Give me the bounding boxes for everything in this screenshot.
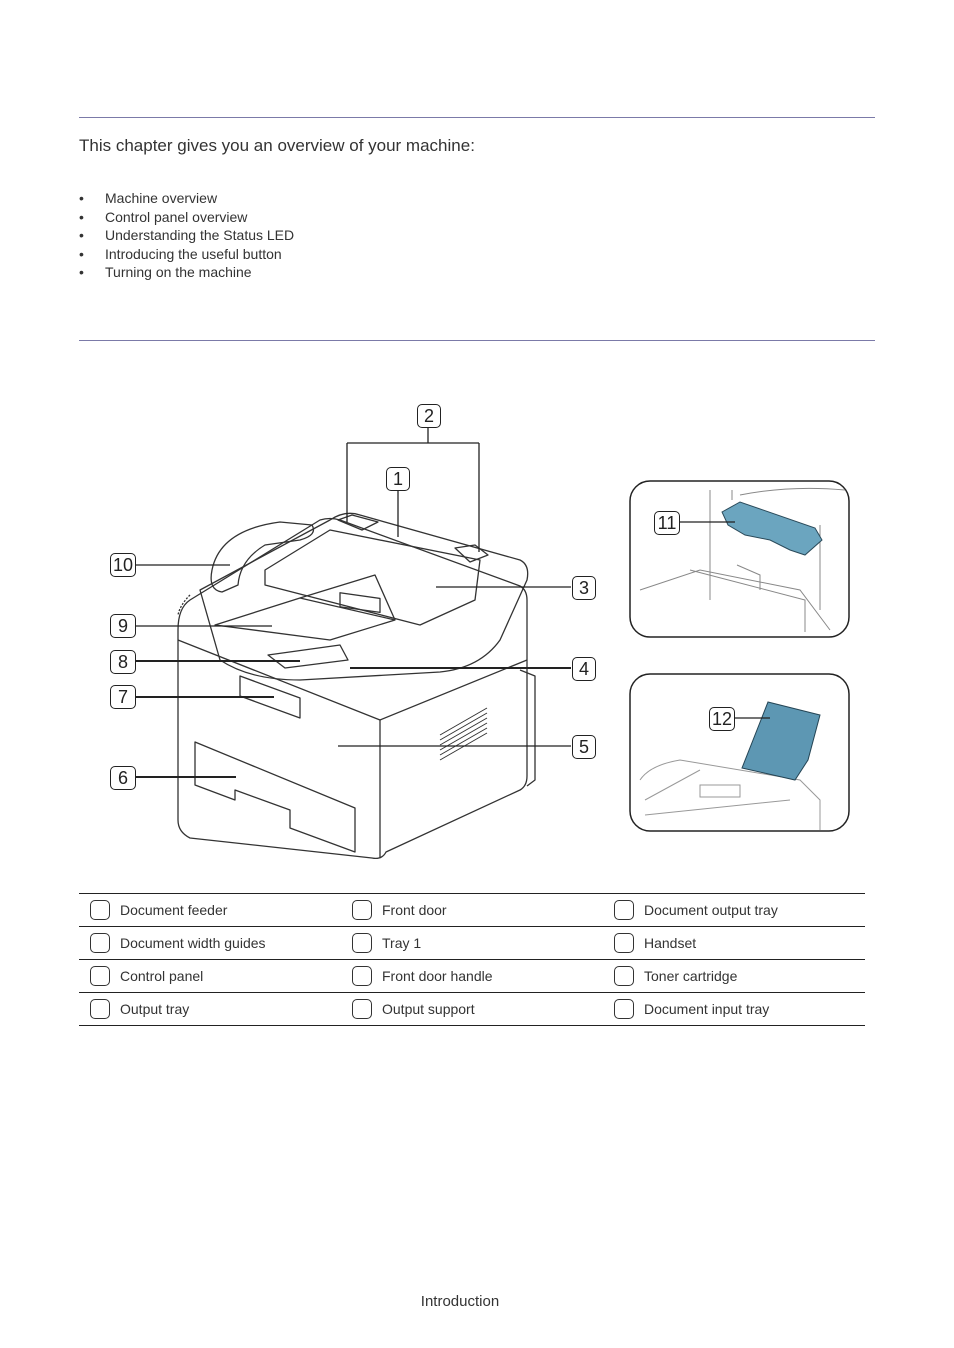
topic-item[interactable]: • Introducing the useful button	[79, 245, 294, 264]
machine-diagram: 2 1 10 3 9 8 4 7 5 6 11 12	[0, 380, 954, 880]
topic-item[interactable]: • Turning on the machine	[79, 263, 294, 282]
callout-number-box	[90, 933, 110, 953]
table-row: Document width guides Tray 1 Handset	[79, 926, 865, 960]
topic-item[interactable]: • Understanding the Status LED	[79, 226, 294, 245]
machine-illustration	[136, 428, 850, 860]
toner-inset	[629, 480, 850, 638]
callout-number-box	[352, 900, 372, 920]
callout-9: 9	[110, 614, 136, 638]
section-divider	[79, 340, 875, 341]
part-label: Document width guides	[120, 935, 266, 951]
callout-number-box	[614, 933, 634, 953]
callout-number-box	[352, 999, 372, 1019]
callout-5: 5	[572, 735, 596, 759]
part-label: Output support	[382, 1001, 475, 1017]
callout-6: 6	[110, 766, 136, 790]
part-label: Control panel	[120, 968, 204, 984]
part-label: Document feeder	[120, 902, 228, 918]
callout-number-box	[90, 966, 110, 986]
callout-number-box	[352, 966, 372, 986]
topic-item[interactable]: • Control panel overview	[79, 208, 294, 227]
table-row: Control panel Front door handle Toner ca…	[79, 959, 865, 993]
part-label: Handset	[644, 935, 697, 951]
bullet-icon: •	[79, 227, 84, 244]
part-label: Front door	[382, 902, 447, 918]
callout-number-box	[614, 900, 634, 920]
table-row: Document feeder Front door Document outp…	[79, 893, 865, 927]
part-label: Tray 1	[382, 935, 422, 951]
bullet-icon: •	[79, 245, 84, 262]
callout-11: 11	[654, 511, 680, 535]
bullet-icon: •	[79, 190, 84, 206]
top-divider	[79, 117, 875, 118]
callout-number-box	[614, 999, 634, 1019]
callout-12: 12	[709, 707, 735, 731]
callout-8: 8	[110, 650, 136, 674]
bullet-icon: •	[79, 208, 84, 225]
topic-item[interactable]: • Machine overview	[79, 189, 294, 208]
document-input-tray-inset	[629, 673, 850, 832]
callout-3: 3	[572, 576, 596, 600]
callout-number-box	[352, 933, 372, 953]
part-label: Document output tray	[644, 902, 778, 918]
callout-10: 10	[110, 553, 136, 577]
callout-2: 2	[417, 404, 441, 428]
part-label: Toner cartridge	[644, 968, 738, 984]
callout-number-box	[614, 966, 634, 986]
bullet-icon: •	[79, 264, 84, 281]
chapter-topic-list: • Machine overview • Control panel overvie…	[79, 189, 294, 282]
page-footer: Introduction	[420, 1293, 500, 1310]
callout-number-box	[90, 999, 110, 1019]
table-row: Output tray Output support Document inpu…	[79, 992, 865, 1026]
chapter-intro: This chapter gives you an overview of yo…	[79, 136, 475, 155]
part-label: Front door handle	[382, 968, 493, 984]
callout-number-box	[90, 900, 110, 920]
parts-legend-table: Document feeder Front door Document outp…	[79, 893, 865, 1026]
callout-4: 4	[572, 657, 596, 681]
callout-7: 7	[110, 685, 136, 709]
part-label: Document input tray	[644, 1001, 770, 1017]
callout-1: 1	[386, 467, 410, 491]
part-label: Output tray	[120, 1001, 190, 1017]
